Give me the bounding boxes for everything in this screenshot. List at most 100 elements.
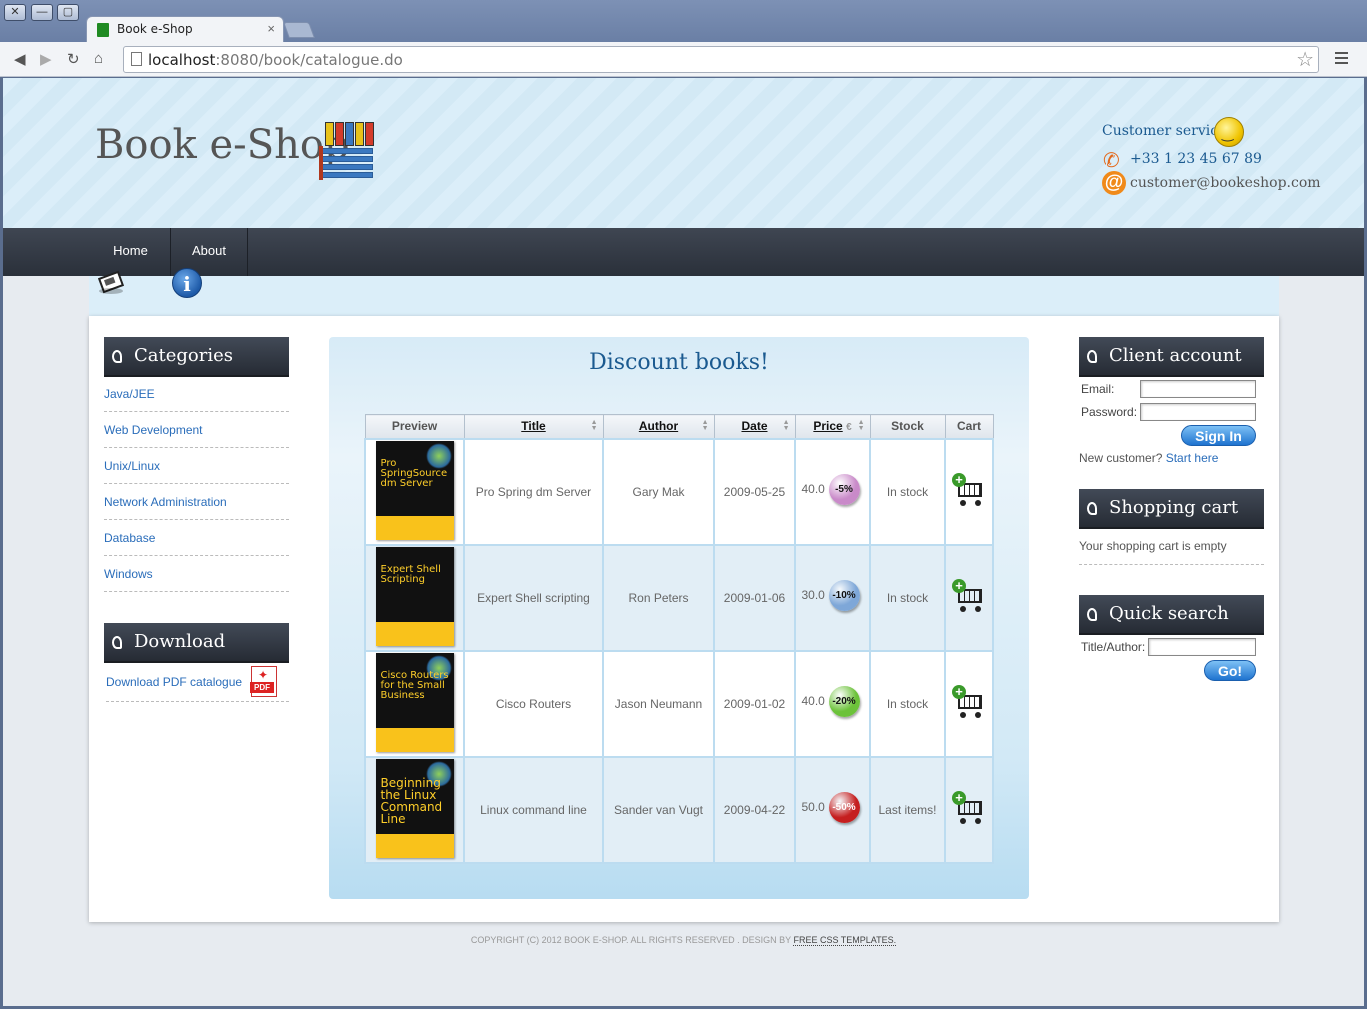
cover-title: Cisco Routers for the Small Business	[380, 669, 449, 701]
categories-header: Categories	[104, 337, 289, 377]
sort-arrows-icon: ▲ ▼	[701, 419, 709, 432]
cart-empty-text: Your shopping cart is empty	[1079, 539, 1227, 553]
info-icon[interactable]: i	[172, 268, 202, 298]
window-titlebar: ✕ — ▢ Book e-Shop ×	[0, 0, 1367, 43]
book-favicon-icon	[97, 23, 109, 37]
discount-badge: -5%	[828, 474, 860, 505]
table-row: Beginning the Linux Command Line Linux c…	[364, 755, 994, 864]
home-icon[interactable]: ⌂	[94, 50, 103, 67]
customer-service-label: Customer service	[1102, 123, 1227, 139]
subheader-strip	[89, 276, 1279, 316]
discount-badge: -10%	[828, 580, 860, 611]
mouse-cursor-icon	[112, 350, 122, 363]
book-date: 2009-04-22	[713, 755, 796, 864]
book-stock: Last items!	[869, 755, 946, 864]
book-date: 2009-01-02	[713, 649, 796, 758]
main-navbar: Home About	[3, 228, 1364, 276]
book-cover[interactable]: Beginning the Linux Command Line	[375, 758, 454, 858]
pdf-icon[interactable]: ✦ PDF	[250, 666, 277, 697]
mouse-cursor-icon	[1087, 350, 1097, 363]
column-header-cart: Cart	[944, 414, 994, 439]
forward-icon[interactable]: ▶	[40, 50, 52, 68]
email-field[interactable]	[1140, 380, 1256, 398]
divider	[1079, 564, 1264, 565]
add-to-cart-icon[interactable]: +	[952, 473, 986, 507]
sort-arrows-icon: ▲ ▼	[782, 419, 790, 432]
category-link-web-development[interactable]: Web Development	[104, 412, 289, 448]
discount-badge: -50%	[828, 792, 860, 823]
new-tab-button[interactable]	[283, 22, 315, 38]
site-header: Book e-Shop Customer service ✆ +33 1 23 …	[3, 78, 1364, 228]
cover-title: Pro SpringSource dm Server	[380, 457, 448, 489]
discount-books-panel: Discount books! Preview Title ▲ ▼ Author ▲ ▼…	[329, 337, 1029, 899]
browser-toolbar: ◀ ▶ ↻ ⌂ localhost:8080/book/catalogue.do…	[0, 42, 1367, 77]
add-to-cart-icon[interactable]: +	[952, 579, 986, 613]
book-price: 50.0	[801, 800, 825, 814]
sign-in-button[interactable]: Sign In	[1181, 425, 1256, 446]
category-link-network-administration[interactable]: Network Administration	[104, 484, 289, 520]
book-title: Cisco Routers	[463, 649, 604, 758]
pdf-label: PDF	[250, 682, 274, 693]
cover-title: Beginning the Linux Command Line	[380, 775, 443, 826]
customer-service-smiley-icon	[1214, 117, 1244, 147]
maximize-window-icon[interactable]: ▢	[57, 4, 79, 21]
column-header-title[interactable]: Title ▲ ▼	[463, 414, 604, 439]
add-to-cart-icon[interactable]: +	[952, 791, 986, 825]
table-row: Expert Shell Scripting Expert Shell scri…	[364, 543, 994, 652]
password-field[interactable]	[1140, 403, 1256, 421]
tab-title: Book e-Shop	[117, 22, 193, 36]
site-logo-text[interactable]: Book e-Shop	[95, 122, 350, 168]
mouse-cursor-icon	[1087, 608, 1097, 621]
footer-link[interactable]: FREE CSS TEMPLATES.	[793, 935, 897, 946]
category-link-java[interactable]: Java/JEE	[104, 376, 289, 412]
book-author: Gary Mak	[602, 437, 715, 546]
browser-menu-icon[interactable]	[1335, 52, 1348, 64]
book-cover[interactable]: Cisco Routers for the Small Business	[375, 652, 454, 752]
new-customer-label: New customer?	[1079, 451, 1163, 465]
book-stock: In stock	[869, 649, 946, 758]
client-account-title: Client account	[1109, 345, 1242, 366]
mouse-cursor-icon	[112, 636, 122, 649]
shopping-cart-title: Shopping cart	[1109, 497, 1239, 518]
back-icon[interactable]: ◀	[14, 50, 26, 68]
book-author: Jason Neumann	[602, 649, 715, 758]
cover-title: Expert Shell Scripting	[380, 563, 441, 585]
column-header-author[interactable]: Author ▲ ▼	[602, 414, 715, 439]
book-cover[interactable]: Expert Shell Scripting	[375, 546, 454, 646]
reload-icon[interactable]: ↻	[67, 50, 80, 68]
sort-arrows-icon: ▲ ▼	[590, 419, 598, 432]
home-nav-icon[interactable]	[98, 268, 126, 294]
address-bar[interactable]: localhost:8080/book/catalogue.do ☆	[123, 46, 1319, 73]
url-path: :8080/book/catalogue.do	[215, 51, 403, 69]
table-row: Cisco Routers for the Small Business Cis…	[364, 649, 994, 758]
column-header-preview: Preview	[364, 414, 465, 439]
search-input[interactable]	[1148, 638, 1256, 656]
browser-tab[interactable]: Book e-Shop ×	[86, 16, 284, 43]
column-header-stock: Stock	[869, 414, 946, 439]
quick-search-title: Quick search	[1109, 603, 1229, 624]
column-header-date[interactable]: Date ▲ ▼	[713, 414, 796, 439]
add-to-cart-icon[interactable]: +	[952, 685, 986, 719]
close-window-icon[interactable]: ✕	[4, 4, 26, 21]
category-link-unix-linux[interactable]: Unix/Linux	[104, 448, 289, 484]
footer: COPYRIGHT (C) 2012 BOOK E-SHOP. ALL RIGH…	[3, 935, 1364, 946]
download-header: Download	[104, 623, 289, 663]
go-button[interactable]: Go!	[1204, 660, 1256, 681]
book-title: Linux command line	[463, 755, 604, 864]
bookmark-star-icon[interactable]: ☆	[1296, 47, 1314, 72]
nav-home-label: Home	[113, 243, 148, 258]
column-header-price[interactable]: Price € ▲ ▼	[794, 414, 871, 439]
book-date: 2009-01-06	[713, 543, 796, 652]
book-author: Ron Peters	[602, 543, 715, 652]
search-label: Title/Author:	[1081, 640, 1146, 654]
tab-close-icon[interactable]: ×	[267, 21, 275, 36]
category-link-database[interactable]: Database	[104, 520, 289, 556]
book-cover[interactable]: Pro SpringSource dm Server	[375, 440, 454, 540]
book-title: Expert Shell scripting	[463, 543, 604, 652]
book-author: Sander van Vugt	[602, 755, 715, 864]
start-here-link[interactable]: Start here	[1166, 451, 1219, 465]
minimize-window-icon[interactable]: —	[31, 4, 53, 21]
discount-badge: -20%	[828, 686, 860, 717]
category-link-windows[interactable]: Windows	[104, 556, 289, 592]
download-title: Download	[134, 631, 226, 652]
